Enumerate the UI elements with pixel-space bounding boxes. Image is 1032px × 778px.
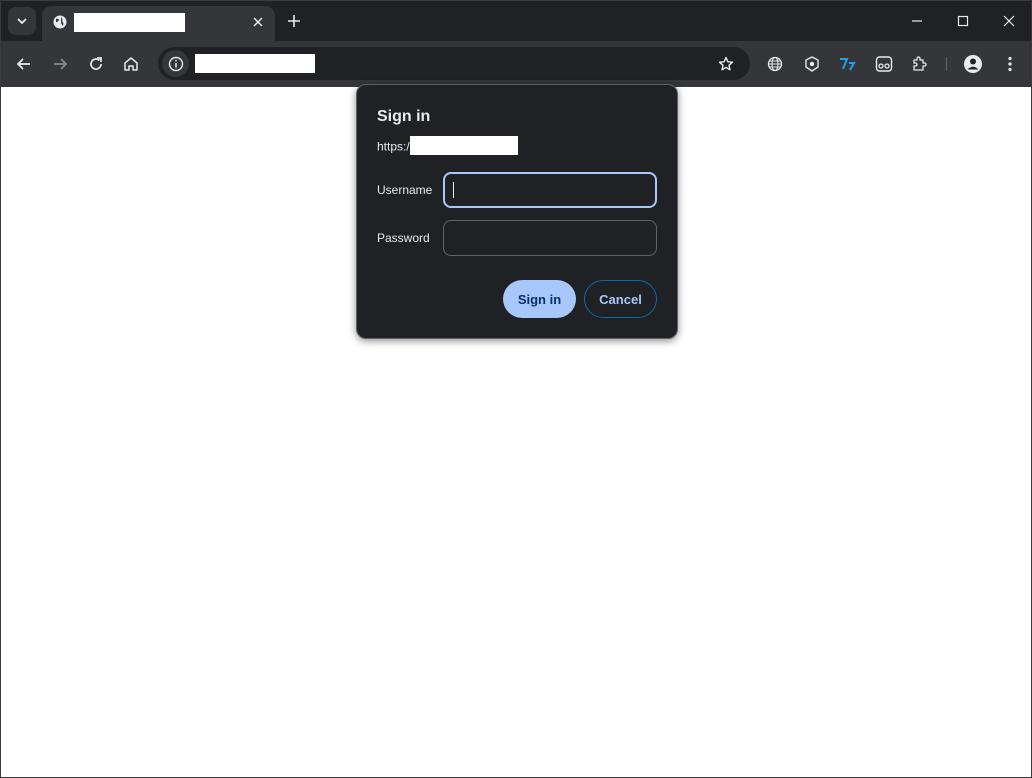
active-tab[interactable] bbox=[42, 6, 275, 41]
username-input[interactable] bbox=[443, 172, 657, 208]
toolbar-divider bbox=[946, 57, 947, 71]
sign-in-button[interactable]: Sign in bbox=[503, 280, 576, 318]
extension-button-glasses[interactable] bbox=[870, 50, 898, 78]
arrow-right-icon bbox=[52, 56, 68, 72]
info-icon bbox=[168, 56, 184, 72]
cancel-button[interactable]: Cancel bbox=[584, 280, 657, 318]
bookmark-button[interactable] bbox=[714, 52, 738, 76]
translate-icon bbox=[839, 56, 857, 72]
new-tab-button[interactable] bbox=[283, 10, 305, 32]
extension-button-shield[interactable] bbox=[798, 50, 826, 78]
forward-button[interactable] bbox=[46, 50, 74, 78]
profile-icon bbox=[963, 54, 983, 74]
extension-button-translate[interactable] bbox=[834, 50, 862, 78]
arrow-left-icon bbox=[16, 56, 32, 72]
minimize-icon bbox=[911, 15, 923, 27]
extension-button-globe[interactable] bbox=[761, 50, 789, 78]
browser-toolbar bbox=[1, 41, 1031, 87]
minimize-button[interactable] bbox=[894, 1, 940, 41]
globe-icon bbox=[767, 56, 783, 72]
password-label: Password bbox=[377, 231, 430, 245]
home-button[interactable] bbox=[117, 50, 145, 78]
reload-button[interactable] bbox=[82, 50, 110, 78]
text-caret bbox=[453, 182, 454, 198]
close-icon bbox=[253, 17, 263, 27]
site-info-button[interactable] bbox=[162, 50, 189, 77]
globe-icon bbox=[52, 14, 68, 30]
browser-menu-button[interactable] bbox=[996, 50, 1024, 78]
kebab-menu-icon bbox=[1008, 56, 1012, 72]
glasses-icon bbox=[875, 55, 893, 73]
back-button[interactable] bbox=[10, 50, 38, 78]
tab-title bbox=[74, 13, 185, 32]
address-bar[interactable] bbox=[158, 47, 750, 80]
plus-icon bbox=[287, 14, 301, 28]
username-label: Username bbox=[377, 183, 433, 197]
origin-redacted bbox=[409, 136, 518, 155]
maximize-icon bbox=[957, 15, 969, 27]
home-icon bbox=[123, 56, 139, 72]
puzzle-icon bbox=[911, 55, 929, 73]
tab-close-button[interactable] bbox=[248, 12, 268, 32]
extensions-button[interactable] bbox=[906, 50, 934, 78]
profile-button[interactable] bbox=[959, 50, 987, 78]
chevron-down-icon bbox=[16, 15, 28, 27]
url-text bbox=[195, 54, 315, 73]
tab-search-button[interactable] bbox=[8, 7, 36, 35]
origin-prefix: https:/ bbox=[377, 139, 410, 154]
reload-icon bbox=[88, 56, 104, 72]
sign-in-dialog: Sign in https:/ Username Password Sign i… bbox=[356, 84, 678, 339]
password-input[interactable] bbox=[443, 220, 657, 256]
close-icon bbox=[1003, 15, 1015, 27]
maximize-button[interactable] bbox=[940, 1, 986, 41]
browser-window: Sign in https:/ Username Password Sign i… bbox=[0, 0, 1032, 778]
star-icon bbox=[718, 56, 734, 72]
shield-icon bbox=[804, 56, 820, 72]
dialog-title: Sign in bbox=[377, 108, 431, 125]
close-window-button[interactable] bbox=[986, 1, 1031, 41]
dialog-origin: https:/ bbox=[377, 136, 518, 157]
tab-strip bbox=[1, 1, 1031, 41]
